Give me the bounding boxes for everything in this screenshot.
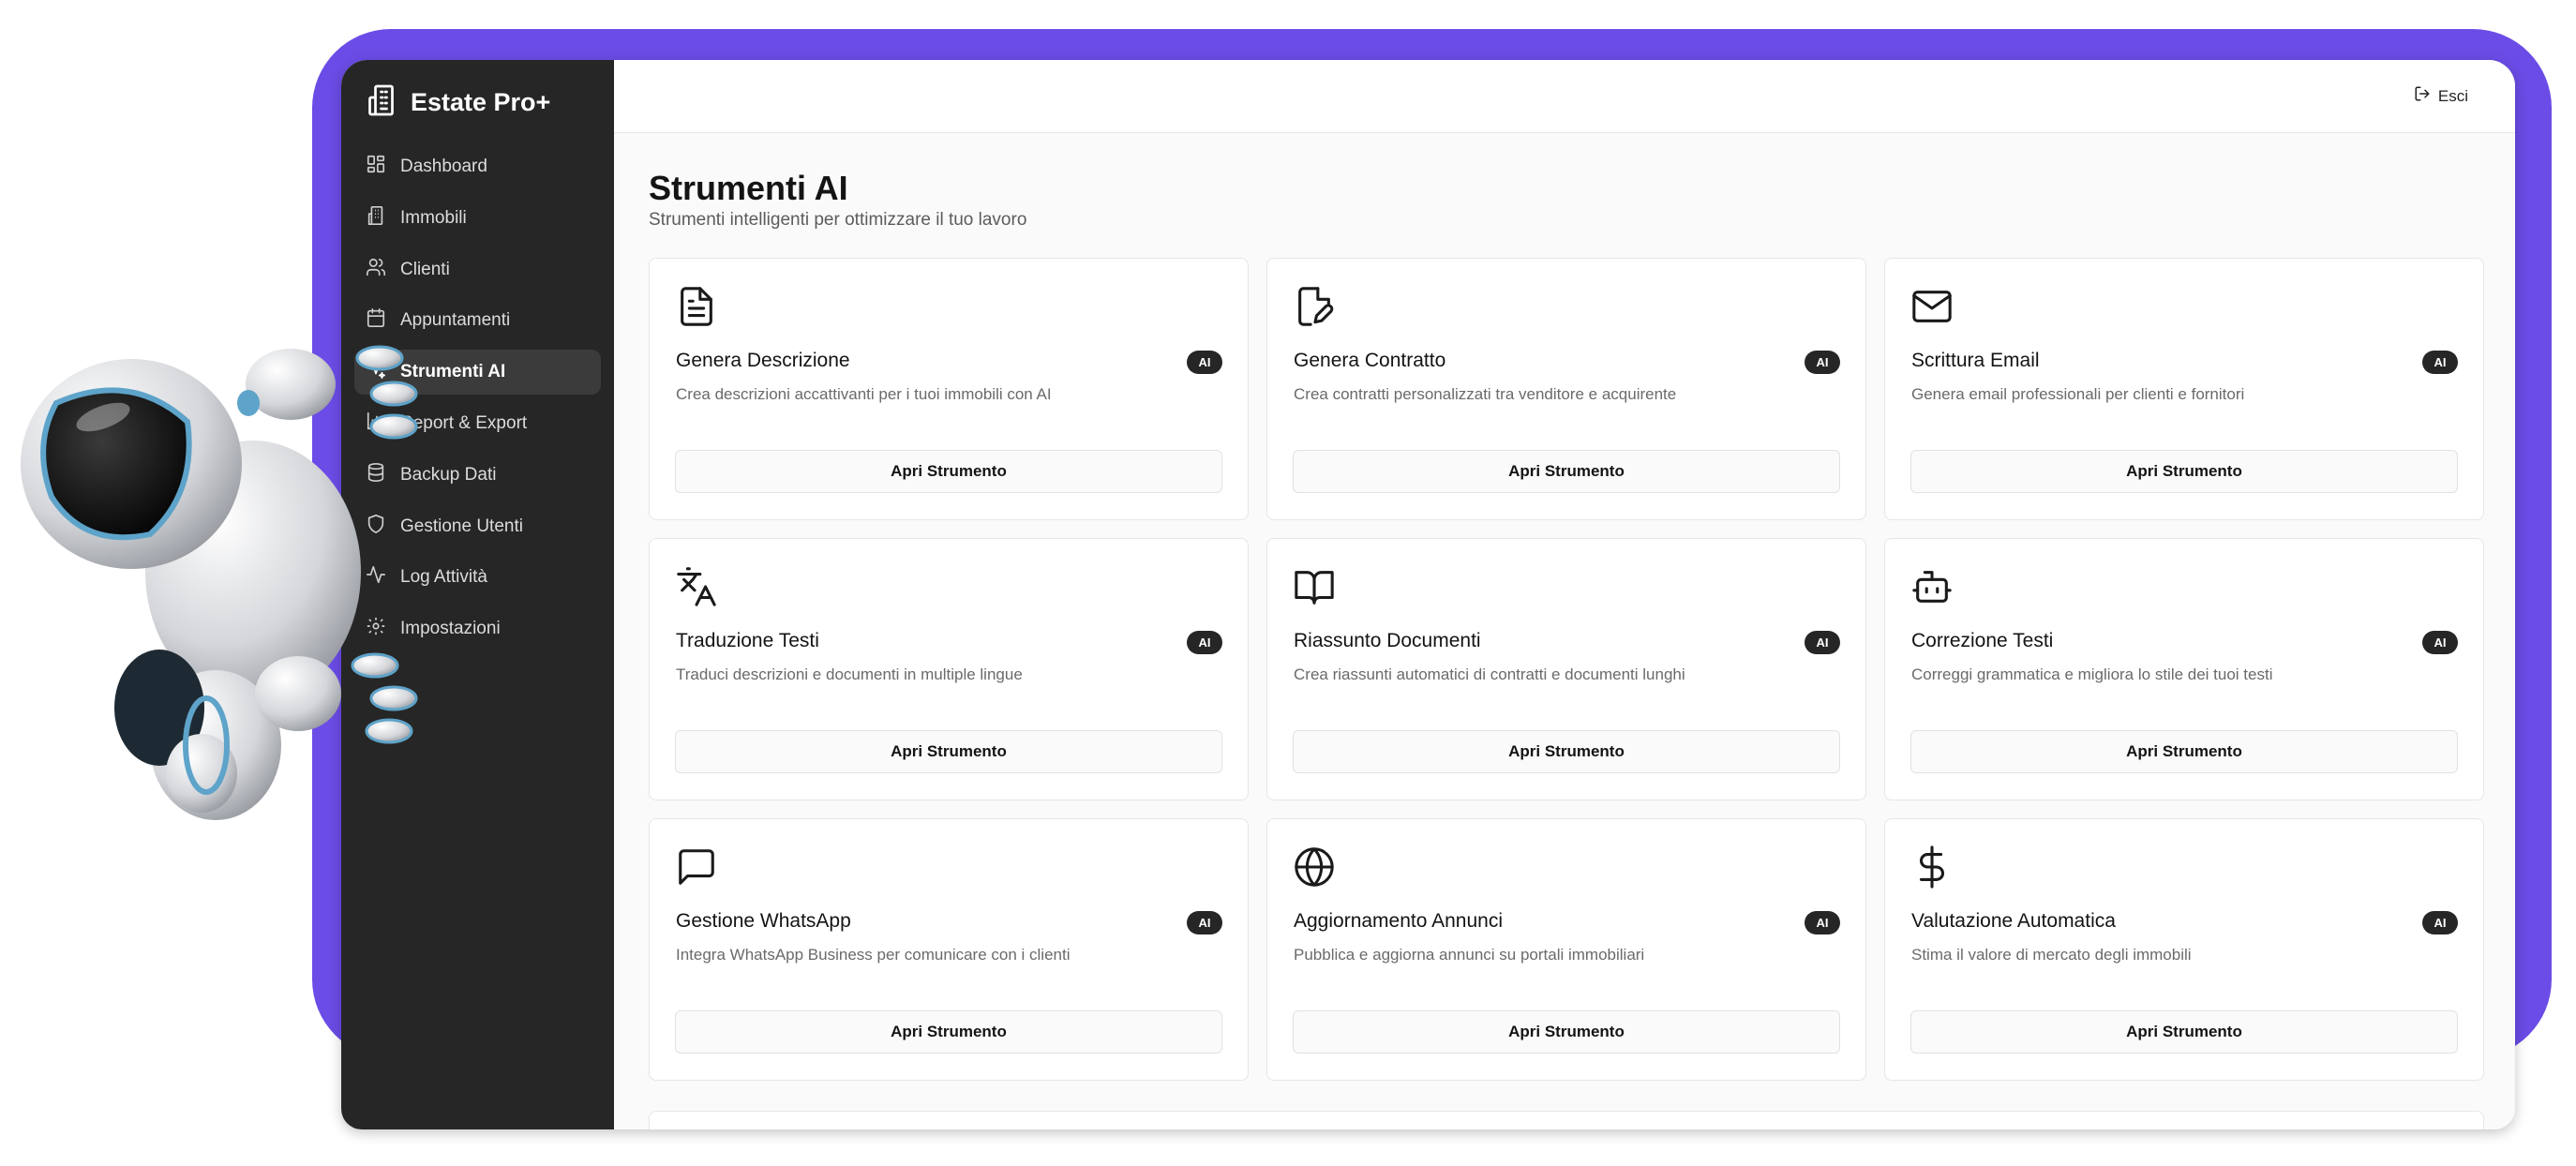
document-icon [675,285,718,328]
sidebar-item-label: Immobili [400,207,467,228]
tool-card-traduzione-testi: Traduzione Testi AI Traduci descrizioni … [649,538,1249,800]
tool-card-riassunto-documenti: Riassunto Documenti AI Crea riassunti au… [1266,538,1866,800]
sidebar-item-label: Clienti [400,259,450,279]
sidebar-item-dashboard[interactable]: Dashboard [354,144,601,189]
page-subtitle: Strumenti intelligenti per ottimizzare i… [649,210,1027,230]
dollar-icon [1910,845,1954,889]
file-signature-icon [1293,285,1336,328]
open-tool-button[interactable]: Apri Strumento [675,1010,1222,1054]
tool-title: Genera Contratto [1294,350,1446,371]
ai-badge: AI [1805,351,1840,374]
globe-icon [1293,845,1336,889]
tool-description: Genera email professionali per clienti e… [1911,385,2245,403]
tool-description: Traduci descrizioni e documenti in multi… [676,665,1023,683]
users-icon [366,257,386,283]
robot-mascot-illustration [21,345,418,820]
tool-card-valutazione-automatica: Valutazione Automatica AI Stima il valor… [1884,818,2484,1081]
tool-description: Crea riassunti automatici di contratti e… [1294,665,1685,683]
book-icon [1293,565,1336,608]
open-tool-button[interactable]: Apri Strumento [675,450,1222,493]
calendar-icon [366,307,386,334]
tool-description: Pubblica e aggiorna annunci su portali i… [1294,946,1645,964]
building-logo-icon [366,83,399,122]
ai-badge: AI [1805,911,1840,934]
sidebar-item-clienti[interactable]: Clienti [354,247,601,292]
tool-description: Crea descrizioni accattivanti per i tuoi… [676,385,1052,403]
tool-card-correzione-testi: Correzione Testi AI Correggi grammatica … [1884,538,2484,800]
open-tool-button[interactable]: Apri Strumento [1293,730,1840,773]
tool-card-gestione-whatsapp: Gestione WhatsApp AI Integra WhatsApp Bu… [649,818,1249,1081]
tool-description: Integra WhatsApp Business per comunicare… [676,946,1071,964]
robot-icon [1910,565,1954,608]
tools-grid: Genera Descrizione AI Crea descrizioni a… [649,258,2484,1081]
sidebar-item-label: Appuntamenti [400,310,511,331]
open-tool-button[interactable]: Apri Strumento [1910,730,2458,773]
logout-label: Esci [2437,86,2468,105]
sidebar-item-label: Dashboard [400,157,487,176]
tool-title: Genera Descrizione [676,350,850,371]
logout-icon [2414,85,2438,107]
page-title: Strumenti AI [649,169,848,207]
logout-button[interactable]: Esci [2414,85,2468,107]
app-window: Estate Pro+ Dashboard Immobili Clienti A… [341,60,2515,1129]
ai-badge: AI [2422,351,2458,374]
partial-card-below [649,1111,2484,1129]
open-tool-button[interactable]: Apri Strumento [1293,1010,1840,1054]
ai-badge: AI [1805,631,1840,654]
building-icon [366,205,386,232]
open-tool-button[interactable]: Apri Strumento [1910,450,2458,493]
tool-title: Traduzione Testi [676,630,819,651]
tool-description: Crea contratti personalizzati tra vendit… [1294,385,1677,403]
tool-card-genera-descrizione: Genera Descrizione AI Crea descrizioni a… [649,258,1249,520]
tool-title: Valutazione Automatica [1911,910,2116,932]
ai-badge: AI [2422,631,2458,654]
open-tool-button[interactable]: Apri Strumento [1293,450,1840,493]
tool-card-scrittura-email: Scrittura Email AI Genera email professi… [1884,258,2484,520]
tool-title: Riassunto Documenti [1294,630,1481,651]
open-tool-button[interactable]: Apri Strumento [1910,1010,2458,1054]
chat-bubble-icon [675,845,718,889]
open-tool-button[interactable]: Apri Strumento [675,730,1222,773]
translate-icon [675,565,718,608]
mail-icon [1910,285,1954,328]
tool-description: Correggi grammatica e migliora lo stile … [1911,665,2273,683]
tool-card-aggiornamento-annunci: Aggiornamento Annunci AI Pubblica e aggi… [1266,818,1866,1081]
brand[interactable]: Estate Pro+ [341,60,614,144]
main-content: Esci Strumenti AI Strumenti intelligenti… [614,60,2515,1129]
ai-badge: AI [1187,631,1222,654]
tool-title: Correzione Testi [1911,630,2054,651]
app-name: Estate Pro+ [411,87,551,116]
dashboard-icon [366,154,386,180]
tool-title: Scrittura Email [1911,350,2040,371]
sidebar-item-immobili[interactable]: Immobili [354,196,601,241]
ai-badge: AI [1187,351,1222,374]
ai-badge: AI [1187,911,1222,934]
ai-badge: AI [2422,911,2458,934]
tool-title: Aggiornamento Annunci [1294,910,1503,932]
tool-title: Gestione WhatsApp [676,910,851,932]
tool-card-genera-contratto: Genera Contratto AI Crea contratti perso… [1266,258,1866,520]
top-bar: Esci [614,60,2515,133]
tool-description: Stima il valore di mercato degli immobil… [1911,946,2192,964]
